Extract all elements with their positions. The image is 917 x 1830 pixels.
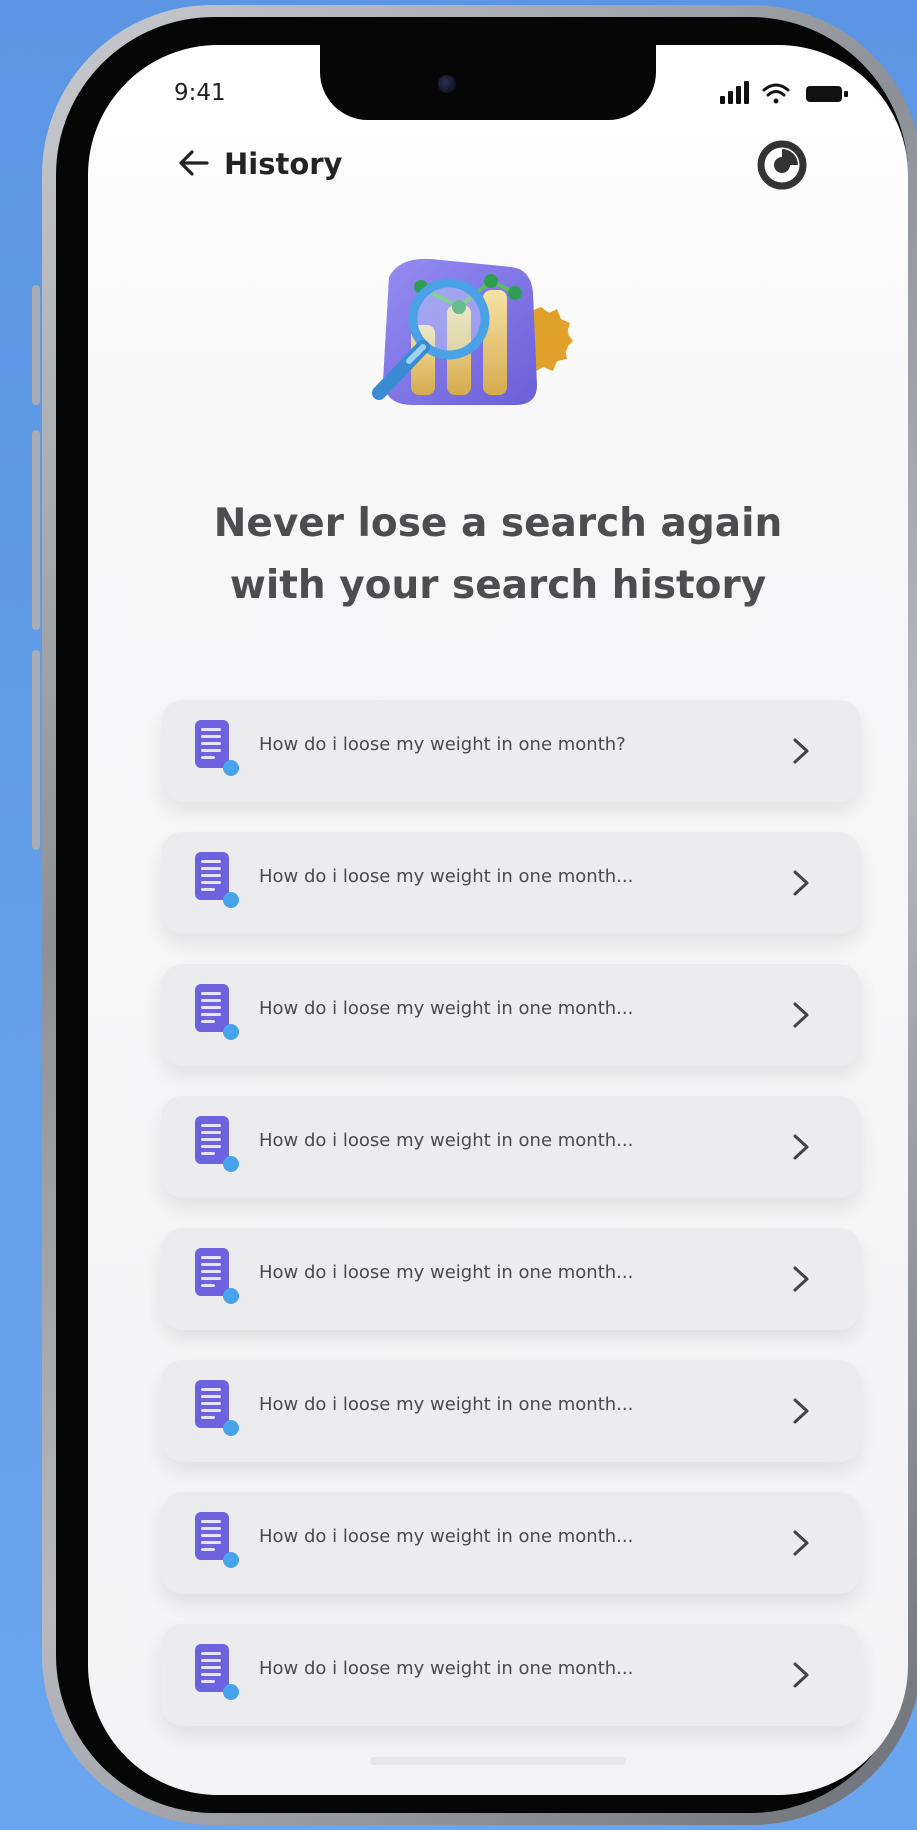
wifi-icon	[762, 83, 790, 104]
chevron-right-icon	[793, 1662, 809, 1688]
history-item[interactable]: How do i loose my weight in one month...	[161, 1492, 861, 1594]
volume-down-button	[32, 650, 40, 850]
history-item-label: How do i loose my weight in one month?	[259, 734, 626, 755]
status-bar-icons	[720, 81, 848, 104]
document-search-icon	[195, 1248, 239, 1304]
home-indicator	[370, 1757, 626, 1765]
chevron-right-icon	[793, 1266, 809, 1292]
headline: Never lose a search again with your sear…	[173, 493, 823, 617]
contrast-toggle-icon[interactable]	[756, 139, 808, 191]
chevron-right-icon	[793, 870, 809, 896]
document-search-icon	[195, 1644, 239, 1700]
document-search-icon	[195, 852, 239, 908]
document-search-icon	[195, 1116, 239, 1172]
status-time: 9:41	[174, 80, 226, 106]
history-item[interactable]: How do i loose my weight in one month?	[161, 700, 861, 802]
history-item[interactable]: How do i loose my weight in one month...	[161, 1096, 861, 1198]
history-item[interactable]: How do i loose my weight in one month...	[161, 1228, 861, 1330]
history-item[interactable]: How do i loose my weight in one month...	[161, 832, 861, 934]
mute-switch	[32, 285, 40, 405]
phone-screen: 9:41 History Never lose a search again w…	[88, 45, 908, 1795]
document-search-icon	[195, 1512, 239, 1568]
volume-up-button	[32, 430, 40, 630]
document-search-icon	[195, 984, 239, 1040]
back-arrow-icon[interactable]	[176, 145, 212, 181]
chevron-right-icon	[793, 1398, 809, 1424]
phone-frame: 9:41 History Never lose a search again w…	[42, 5, 917, 1825]
history-item-label: How do i loose my weight in one month...	[259, 1130, 634, 1151]
search-analytics-illustration	[372, 258, 573, 405]
history-item-label: How do i loose my weight in one month...	[259, 866, 634, 887]
history-item-label: How do i loose my weight in one month...	[259, 1262, 634, 1283]
notch	[320, 45, 656, 120]
chevron-right-icon	[793, 1002, 809, 1028]
front-camera	[438, 75, 456, 93]
document-search-icon	[195, 1380, 239, 1436]
history-item[interactable]: How do i loose my weight in one month...	[161, 1360, 861, 1462]
chevron-right-icon	[793, 1134, 809, 1160]
history-item-label: How do i loose my weight in one month...	[259, 998, 634, 1019]
battery-icon	[806, 86, 848, 102]
history-item-label: How do i loose my weight in one month...	[259, 1658, 634, 1679]
chevron-right-icon	[793, 738, 809, 764]
history-item-label: How do i loose my weight in one month...	[259, 1526, 634, 1547]
document-search-icon	[195, 720, 239, 776]
history-item[interactable]: How do i loose my weight in one month...	[161, 964, 861, 1066]
chevron-right-icon	[793, 1530, 809, 1556]
history-item[interactable]: How do i loose my weight in one month...	[161, 1624, 861, 1726]
history-item-label: How do i loose my weight in one month...	[259, 1394, 634, 1415]
signal-icon	[720, 81, 749, 104]
page-title: History	[224, 147, 343, 181]
headline-line-2: with your search history	[229, 563, 767, 608]
headline-line-1: Never lose a search again	[213, 501, 783, 546]
